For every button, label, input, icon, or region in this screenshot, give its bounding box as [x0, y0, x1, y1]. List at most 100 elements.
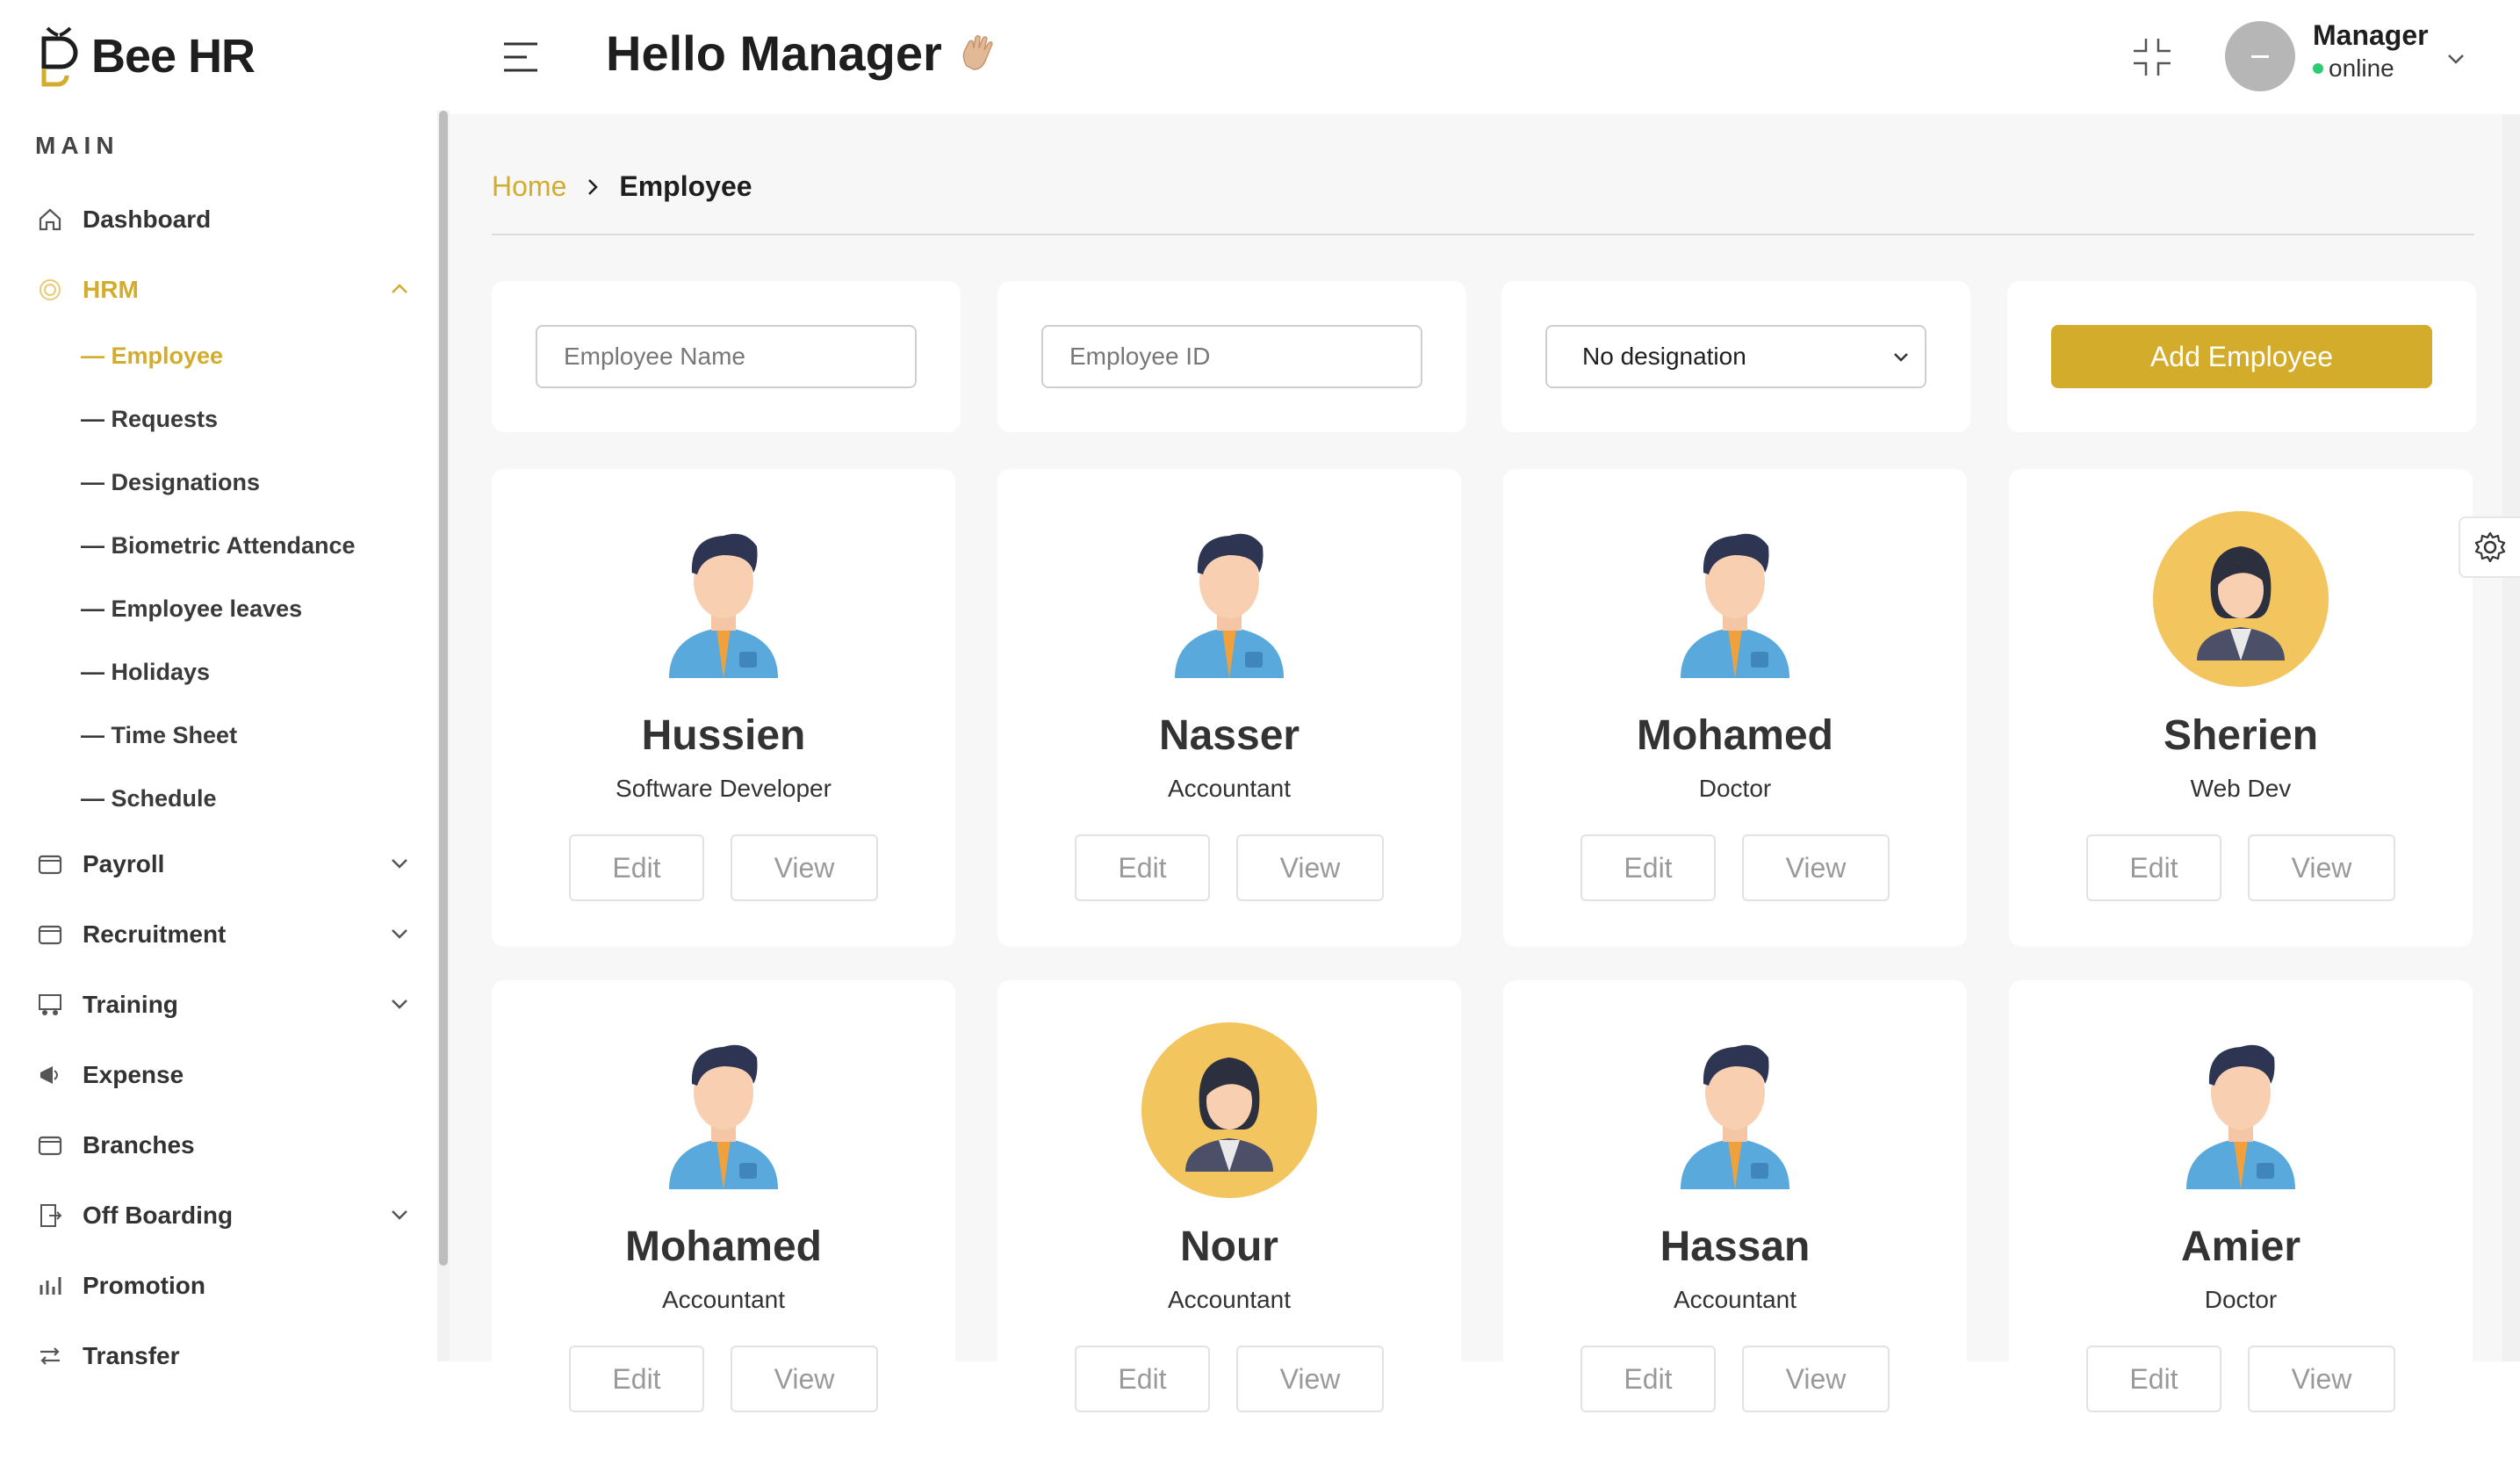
sidebar-item-dashboard[interactable]: Dashboard: [35, 193, 413, 246]
greeting-text: Hello Manager: [606, 25, 942, 81]
employee-card: Mohamed Doctor Edit View: [1503, 469, 1967, 947]
sidebar-item-branches[interactable]: Branches: [35, 1119, 413, 1172]
employee-card: Nasser Accountant Edit View: [997, 469, 1461, 947]
employee-role: Accountant: [1673, 1286, 1797, 1313]
chevron-down-icon[interactable]: [2443, 46, 2469, 72]
designation-select[interactable]: No designation: [1545, 325, 1926, 388]
add-employee-button[interactable]: Add Employee: [2051, 325, 2432, 388]
menu-toggle-icon[interactable]: [499, 35, 543, 79]
view-button[interactable]: View: [1236, 1346, 1384, 1412]
employee-role: Web Dev: [2190, 775, 2292, 802]
employee-name: Nour: [1180, 1223, 1278, 1270]
chevron-down-icon: [392, 1210, 407, 1220]
filter-card-id: [997, 281, 1466, 432]
promotion-icon: [35, 1271, 65, 1301]
employee-name: Nasser: [1158, 712, 1300, 759]
edit-button[interactable]: Edit: [1075, 834, 1210, 901]
view-button[interactable]: View: [731, 1346, 878, 1412]
sidebar-item-hrm[interactable]: HRM: [35, 263, 413, 316]
sidebar-subitem-biometric-attendance[interactable]: — Biometric Attendance: [81, 523, 397, 567]
edit-button[interactable]: Edit: [1075, 1346, 1210, 1412]
sidebar-item-label: Training: [83, 991, 178, 1018]
male-avatar-icon: [669, 533, 778, 678]
employee-name: Mohamed: [624, 1223, 822, 1270]
view-button[interactable]: View: [2248, 1346, 2395, 1412]
employee-role: Software Developer: [616, 775, 832, 802]
view-button[interactable]: View: [1742, 1346, 1890, 1412]
employee-name: Hassan: [1660, 1223, 1811, 1270]
employee-name: Amier: [2180, 1223, 2301, 1270]
chevron-up-icon: [392, 284, 407, 293]
sidebar-subitem-designations[interactable]: — Designations: [81, 460, 397, 504]
offboarding-icon: [35, 1201, 65, 1231]
female-avatar-icon: [1141, 1022, 1317, 1198]
designation-selected-value: No designation: [1582, 343, 1746, 370]
sidebar-item-label: Expense: [83, 1061, 184, 1088]
sidebar-item-off-boarding[interactable]: Off Boarding: [35, 1189, 413, 1242]
exit-fullscreen-icon[interactable]: [2130, 35, 2174, 79]
employee-role: Accountant: [1167, 775, 1292, 802]
edit-button[interactable]: Edit: [569, 834, 704, 901]
sidebar-item-label: Transfer: [83, 1342, 180, 1369]
sidebar-subitem-schedule[interactable]: — Schedule: [81, 776, 397, 820]
employee-id-input[interactable]: [1041, 325, 1422, 388]
edit-button[interactable]: Edit: [2086, 834, 2221, 901]
employee-card: Sherien Web Dev Edit View: [2009, 469, 2473, 947]
male-avatar-icon: [2186, 1044, 2295, 1189]
edit-button[interactable]: Edit: [1580, 834, 1716, 901]
sidebar-item-expense[interactable]: Expense: [35, 1049, 413, 1101]
breadcrumb-home-link[interactable]: Home: [492, 170, 566, 203]
megaphone-icon: [35, 1060, 65, 1090]
employee-role: Doctor: [1698, 775, 1772, 802]
chevron-down-icon: [1894, 353, 1908, 362]
filter-card-designation: No designation: [1501, 281, 1970, 432]
app-logo[interactable]: Bee HR: [39, 25, 302, 88]
edit-button[interactable]: Edit: [1580, 1346, 1716, 1412]
employee-name-input[interactable]: [536, 325, 917, 388]
view-button[interactable]: View: [2248, 834, 2395, 901]
training-icon: [35, 990, 65, 1020]
sidebar-item-label: Off Boarding: [83, 1202, 234, 1229]
settings-button[interactable]: [2459, 516, 2520, 578]
sidebar-subitem-time-sheet[interactable]: — Time Sheet: [81, 713, 397, 757]
gear-icon: [2474, 531, 2506, 563]
breadcrumb: Home Employee: [492, 170, 752, 203]
employee-name: Mohamed: [1636, 712, 1833, 759]
sidebar-subitem-employee[interactable]: — Employee: [81, 334, 397, 378]
sidebar-scrollbar-thumb[interactable]: [439, 111, 448, 1266]
target-icon: [35, 275, 65, 305]
view-button[interactable]: View: [1236, 834, 1384, 901]
employee-card: Mohamed Accountant Edit View: [492, 980, 955, 1458]
user-avatar[interactable]: [2225, 21, 2295, 91]
employee-card: Hussien Software Developer Edit View: [492, 469, 955, 947]
female-avatar-icon: [2153, 511, 2329, 687]
sidebar-item-promotion[interactable]: Promotion: [35, 1260, 413, 1312]
user-status: online: [2313, 54, 2394, 83]
view-button[interactable]: View: [1742, 834, 1890, 901]
chevron-right-icon: [588, 178, 599, 195]
sidebar-subitem-requests[interactable]: — Requests: [81, 397, 397, 441]
wallet-icon: [35, 849, 65, 879]
brand-name: Bee HR: [91, 30, 256, 83]
sidebar-subitem-employee-leaves[interactable]: — Employee leaves: [81, 587, 397, 631]
employee-card: Hassan Accountant Edit View: [1503, 980, 1967, 1458]
edit-button[interactable]: Edit: [569, 1346, 704, 1412]
sidebar-item-transfer[interactable]: Transfer: [35, 1330, 413, 1382]
chevron-down-icon: [392, 929, 407, 939]
sidebar-item-recruitment[interactable]: Recruitment: [35, 908, 413, 961]
sidebar-item-training[interactable]: Training: [35, 978, 413, 1031]
filter-card-add: Add Employee: [2007, 281, 2476, 432]
page-greeting: Hello Manager: [606, 25, 1000, 82]
chevron-down-icon: [392, 1000, 407, 1009]
sidebar-item-label: Dashboard: [83, 206, 212, 233]
sidebar-item-payroll[interactable]: Payroll: [35, 838, 413, 891]
sidebar-subitem-holidays[interactable]: — Holidays: [81, 650, 397, 694]
edit-button[interactable]: Edit: [2086, 1346, 2221, 1412]
view-button[interactable]: View: [731, 834, 878, 901]
sidebar-section-label: MAIN: [35, 132, 119, 159]
sidebar-item-label: Recruitment: [83, 920, 227, 948]
employee-card: Amier Doctor Edit View: [2009, 980, 2473, 1458]
page-scrollbar[interactable]: [2502, 114, 2520, 1361]
waving-hand-icon: [962, 34, 993, 70]
sidebar-item-label: Branches: [83, 1131, 195, 1158]
